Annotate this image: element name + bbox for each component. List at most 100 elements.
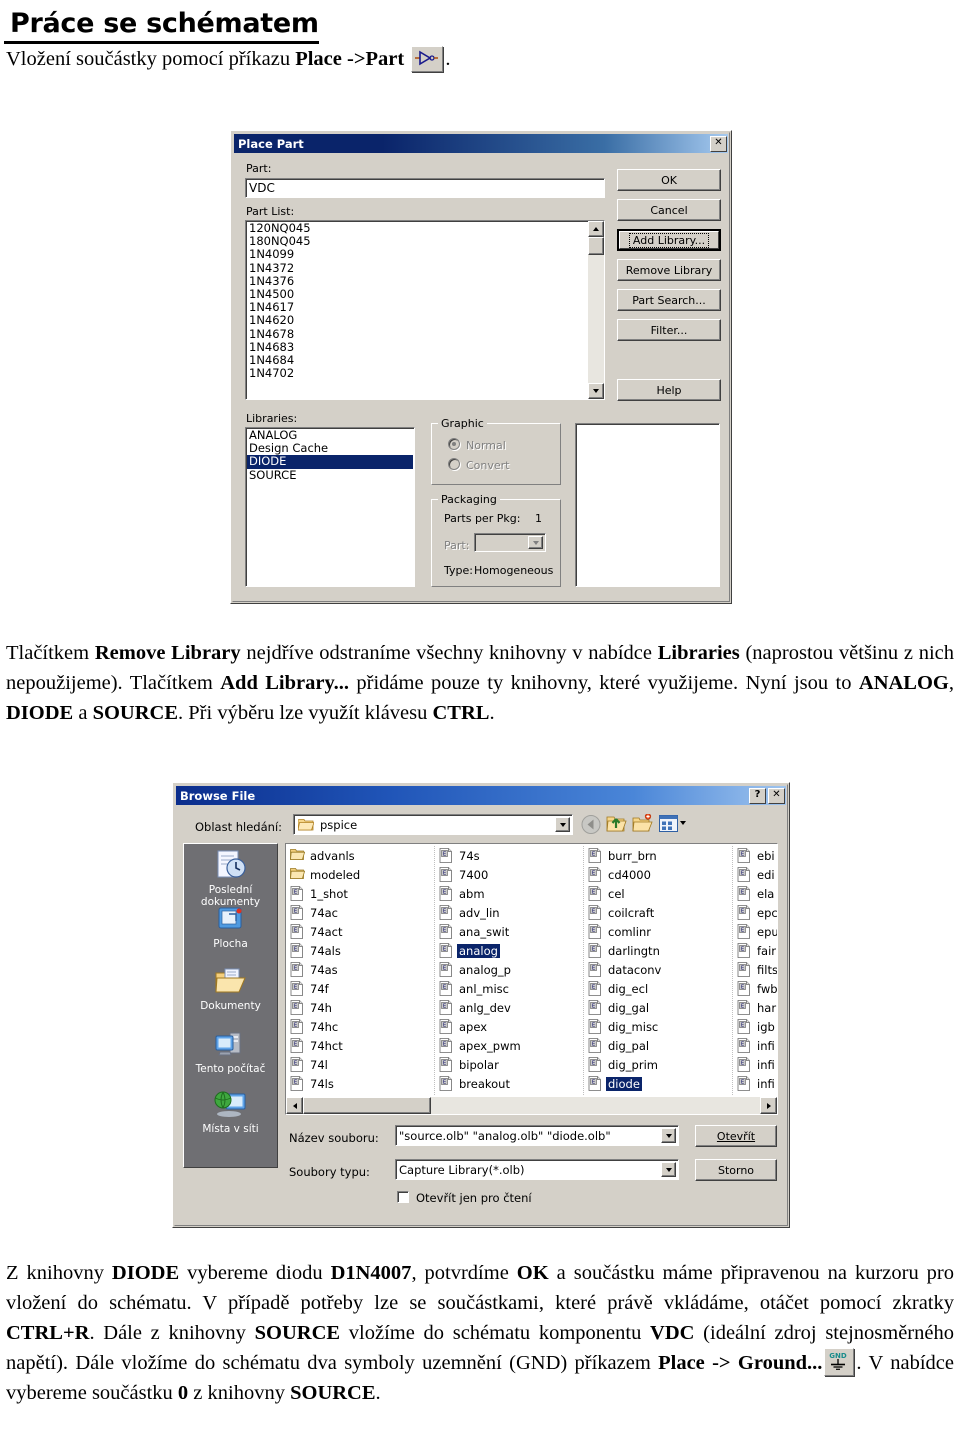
file-list-item[interactable]: advanls [290, 846, 436, 865]
file-list-item[interactable]: E 74als [290, 941, 436, 960]
views-icon[interactable] [659, 815, 678, 835]
help-icon[interactable]: ? [749, 787, 766, 804]
file-list-item[interactable]: Efilts [737, 960, 777, 979]
place-item-desktop[interactable]: Plocha [184, 906, 277, 950]
back-icon[interactable] [581, 815, 601, 837]
help-button[interactable]: Help [617, 379, 721, 401]
file-list-pane[interactable]: advanls modeled E 1_shot E 74ac E 74act E 74als E 7… [285, 843, 778, 1115]
list-item[interactable]: 1N4684 [247, 353, 588, 367]
ok-button[interactable]: OK [617, 169, 721, 191]
libraries-list-box[interactable]: ANALOG Design Cache DIODE SOURCE [245, 427, 415, 587]
place-item-documents[interactable]: Dokumenty [184, 968, 277, 1012]
packaging-part-combo[interactable] [474, 533, 546, 552]
file-list-item[interactable]: Edarlingtn [588, 941, 734, 960]
file-list-item[interactable]: Ebreakout [439, 1074, 585, 1093]
close-icon[interactable]: ✕ [710, 135, 727, 152]
scrollbar-thumb[interactable] [588, 237, 604, 255]
file-list-item[interactable]: Edig_pal [588, 1036, 734, 1055]
file-list-item[interactable]: E 74ls [290, 1074, 436, 1093]
file-list-item[interactable]: Eburr_brn [588, 846, 734, 865]
file-list-item[interactable]: Edataconv [588, 960, 734, 979]
file-list-item[interactable]: Ecoilcraft [588, 903, 734, 922]
list-item[interactable]: 1N4099 [247, 248, 588, 261]
file-column[interactable]: Eebi Eedi Eela Eepc Eepu Efair Efilts Efwb Ehar E… [737, 846, 777, 1093]
file-list-item[interactable]: Eanalog_p [439, 960, 585, 979]
file-list-item[interactable]: Ecel [588, 884, 734, 903]
libraries-list-items[interactable]: ANALOG Design Cache DIODE SOURCE [246, 428, 414, 586]
list-item[interactable]: 1N4683 [247, 340, 588, 354]
file-list-hscrollbar[interactable] [286, 1097, 777, 1114]
part-list-items[interactable]: 120NQ045 180NQ045 1N4099 1N4372 1N4376 1… [246, 221, 588, 399]
file-list-item[interactable]: E 74as [290, 960, 436, 979]
list-item-selected[interactable]: DIODE [247, 455, 413, 469]
file-list-item[interactable]: E 74act [290, 922, 436, 941]
file-list-item[interactable]: Eadv_lin [439, 903, 585, 922]
file-list-item[interactable]: E 74hc [290, 1017, 436, 1036]
browse-file-titlebar[interactable]: Browse File ? ✕ [176, 786, 786, 805]
file-list-item[interactable]: E 74s [439, 846, 585, 865]
file-list-item[interactable]: Eapex [439, 1017, 585, 1036]
file-list-item[interactable]: Efwb [737, 979, 777, 998]
readonly-checkbox[interactable] [397, 1191, 409, 1203]
filter-button[interactable]: Filter... [617, 319, 721, 341]
scrollbar-thumb[interactable] [303, 1097, 431, 1114]
file-list-item[interactable]: Eanl_misc [439, 979, 585, 998]
file-list-item[interactable]: Efair [737, 941, 777, 960]
list-item[interactable]: 1N4702 [247, 367, 588, 380]
file-list-item[interactable]: Eepu [737, 922, 777, 941]
part-list-scrollbar[interactable] [588, 221, 604, 399]
place-part-dialog[interactable]: Place Part ✕ Part: VDC Part List: 120NQ0… [230, 130, 732, 604]
radio-convert[interactable] [448, 458, 460, 470]
radio-normal[interactable] [448, 438, 460, 450]
file-list-item[interactable]: Eapex_pwm [439, 1036, 585, 1055]
place-item-network-places[interactable]: Místa v síti [184, 1091, 277, 1135]
file-list-item[interactable]: Edig_gal [588, 998, 734, 1017]
file-column[interactable]: E 74s E 7400 Eabm Eadv_lin Eana_swit Eanalog Ean… [439, 846, 585, 1093]
filetype-combo[interactable]: Capture Library(*.olb) [395, 1159, 679, 1180]
file-list-item[interactable]: Ecd4000 [588, 865, 734, 884]
place-part-titlebar[interactable]: Place Part ✕ [234, 134, 728, 153]
list-item[interactable]: 1N4500 [247, 287, 588, 301]
place-item-recent-documents[interactable]: Poslední dokumenty [184, 850, 277, 908]
add-library-button[interactable]: Add Library... [617, 229, 721, 251]
scroll-down-button[interactable] [588, 383, 604, 399]
part-input[interactable]: VDC [245, 178, 605, 198]
file-list-item[interactable]: Eebi [737, 846, 777, 865]
combo-dropdown-button[interactable] [661, 1162, 676, 1177]
file-list-item[interactable]: Edig_prim [588, 1055, 734, 1074]
cancel-storno-button[interactable]: Storno [695, 1159, 777, 1181]
list-item[interactable]: 1N4376 [247, 274, 588, 288]
list-item[interactable]: SOURCE [247, 468, 414, 482]
list-item[interactable]: 1N4678 [247, 327, 588, 341]
file-list-item[interactable]: Eana_swit [439, 922, 585, 941]
cancel-button[interactable]: Cancel [617, 199, 721, 221]
file-list-item[interactable]: Ecomlinr [588, 922, 734, 941]
scroll-up-button[interactable] [588, 221, 604, 237]
scroll-right-button[interactable] [760, 1097, 777, 1114]
list-item[interactable]: 1N4617 [247, 301, 588, 314]
remove-library-button[interactable]: Remove Library [617, 259, 721, 281]
file-list-item[interactable]: Eepc [737, 903, 777, 922]
file-list-item[interactable]: Einfi [737, 1036, 777, 1055]
combo-dropdown-button[interactable] [661, 1128, 676, 1143]
file-list-item[interactable]: Eigb [737, 1017, 777, 1036]
up-one-level-icon[interactable] [606, 814, 627, 837]
file-list-item[interactable]: E 74l [290, 1055, 436, 1074]
file-list-item[interactable]: Einfi [737, 1055, 777, 1074]
file-list[interactable]: advanls modeled E 1_shot E 74ac E 74act E 74als E 7… [286, 844, 777, 1097]
part-search-button[interactable]: Part Search... [617, 289, 721, 311]
file-list-item[interactable]: E 1_shot [290, 884, 436, 903]
file-list-item[interactable]: E 7400 [439, 865, 585, 884]
file-list-item-selected[interactable]: Eanalog [439, 941, 585, 960]
file-list-item[interactable]: Edig_misc [588, 1017, 734, 1036]
place-item-my-computer[interactable]: Tento počítač [184, 1031, 277, 1075]
file-list-item[interactable]: E 74f [290, 979, 436, 998]
views-dropdown-icon[interactable] [680, 821, 686, 825]
file-list-item[interactable]: Edig_ecl [588, 979, 734, 998]
part-list-box[interactable]: 120NQ045 180NQ045 1N4099 1N4372 1N4376 1… [245, 220, 605, 400]
file-list-item-selected[interactable]: Ediode [588, 1074, 734, 1093]
scrollbar-track[interactable] [588, 237, 604, 383]
file-list-item[interactable]: Einfi [737, 1074, 777, 1093]
list-item[interactable]: 1N4620 [247, 314, 588, 327]
file-list-item[interactable]: E 74h [290, 998, 436, 1017]
